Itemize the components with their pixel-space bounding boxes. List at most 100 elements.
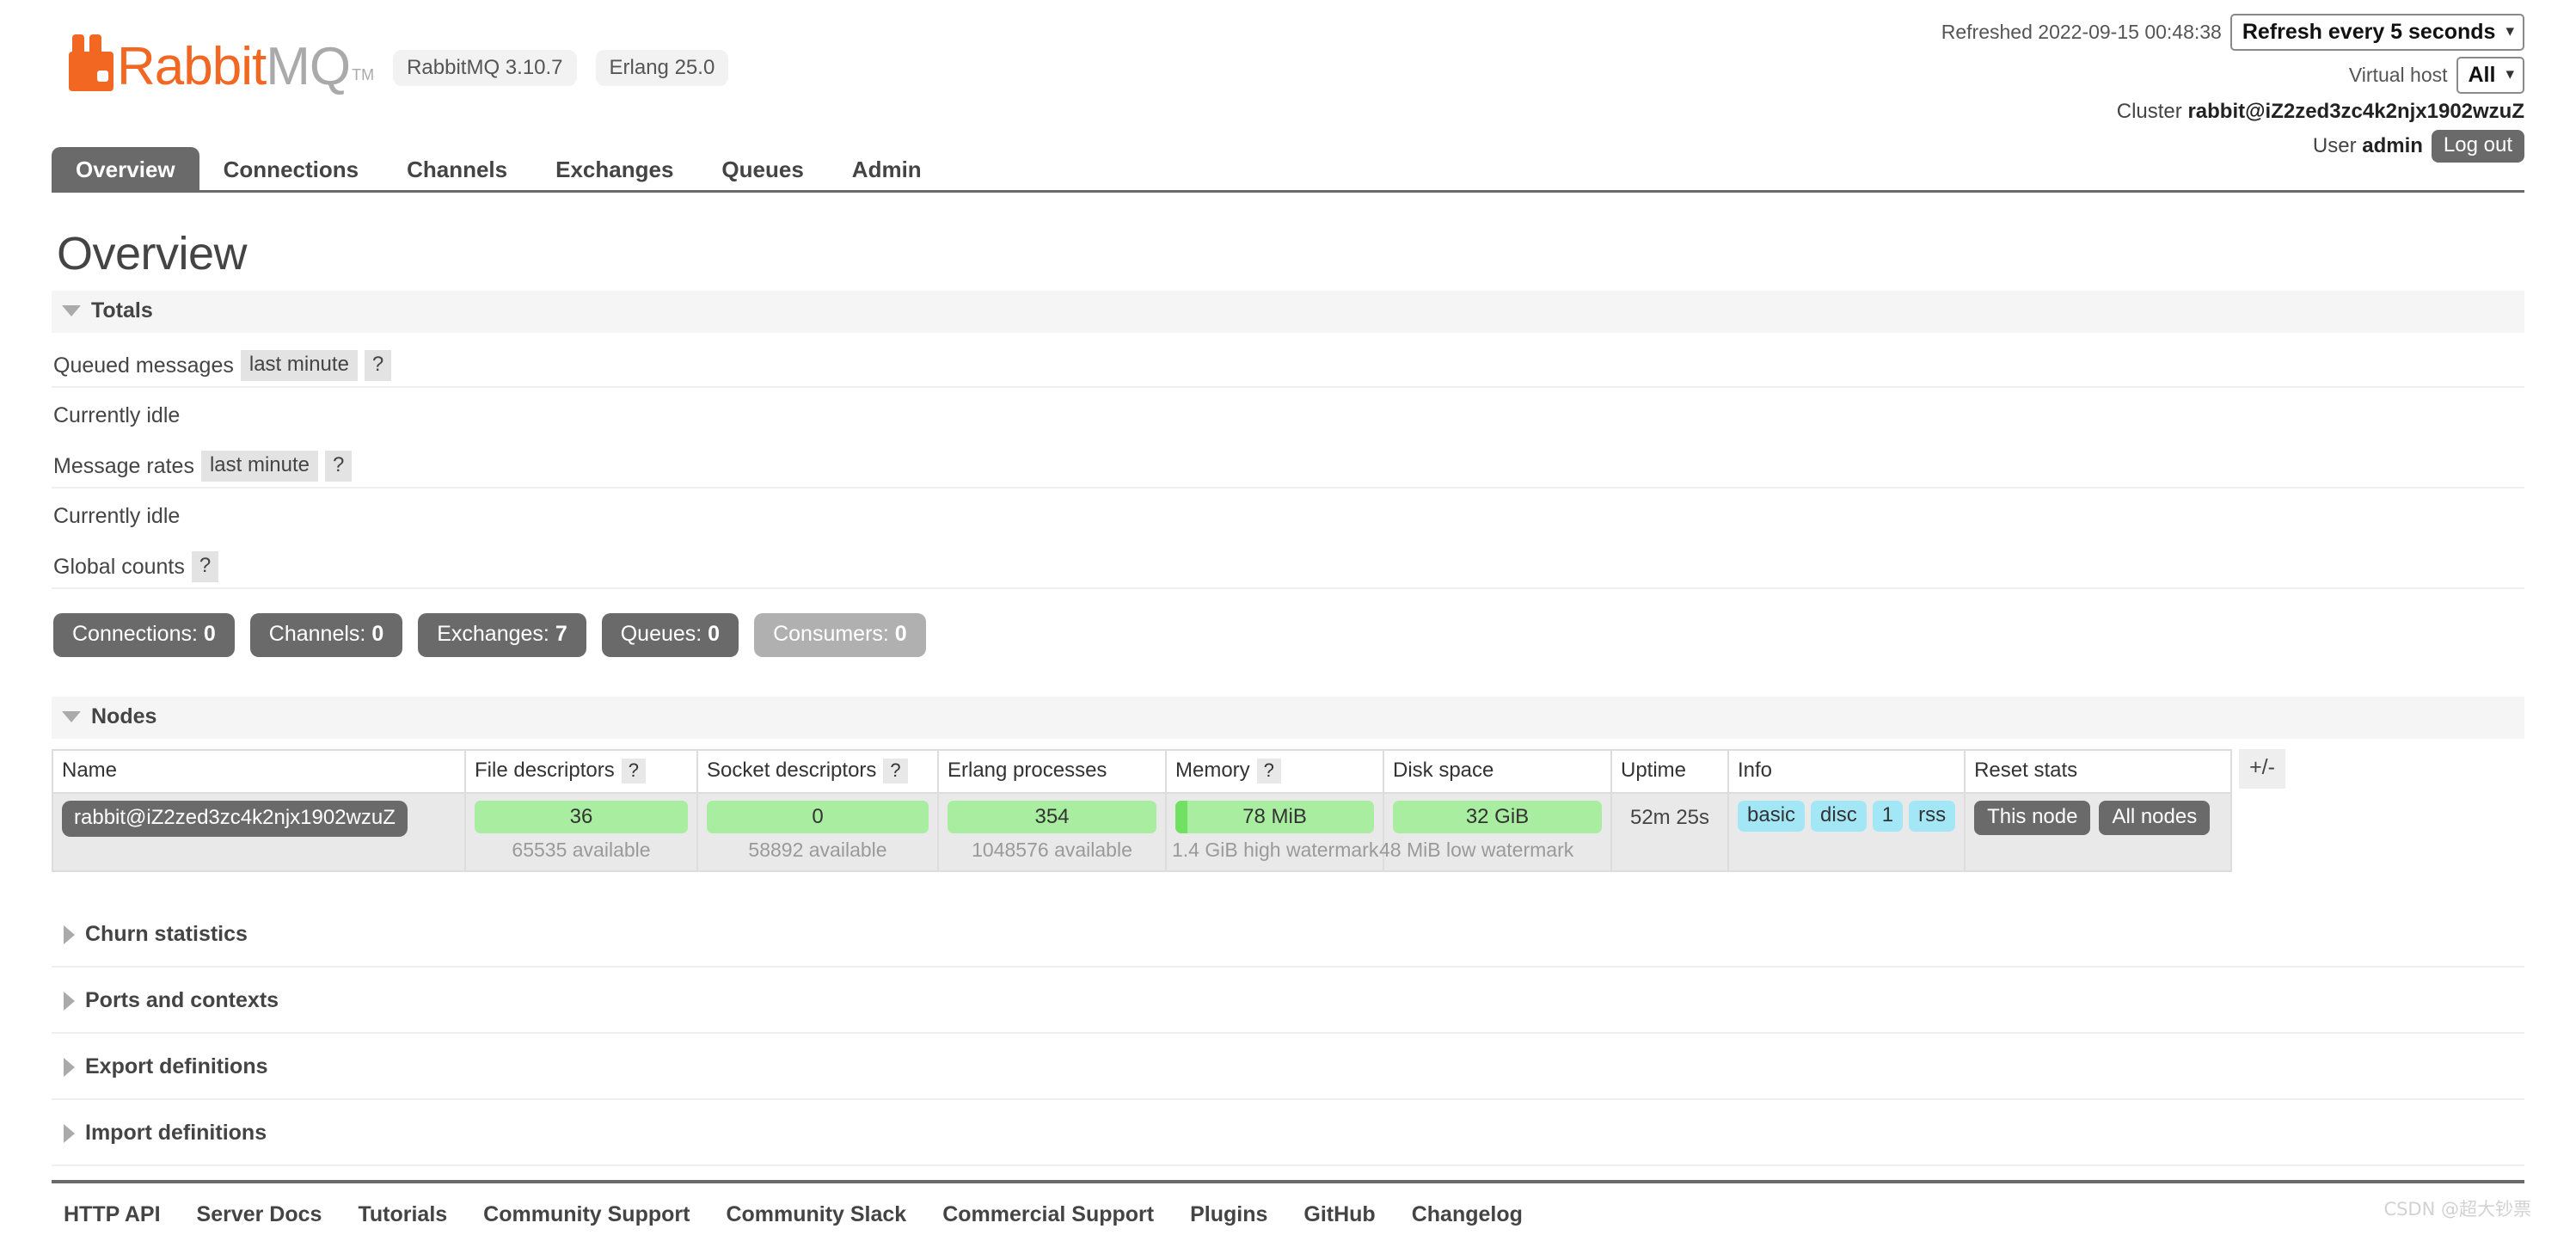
nodes-table-header-row: Name File descriptors? Socket descriptors?… [52,749,2233,794]
section-label: Export definitions [85,1054,268,1078]
info-tag-rss[interactable]: rss [1909,801,1956,832]
erlang-processes-gauge: 354 [948,801,1156,833]
node-name-link[interactable]: rabbit@iZ2zed3zc4k2njx1902wzuZ [62,801,408,837]
triangle-right-icon [64,991,75,1011]
global-counts-row: Global counts ? [52,536,2524,589]
disk-space-sub: 48 MiB low watermark [1379,839,1574,861]
footer-link-community-support[interactable]: Community Support [483,1202,690,1227]
section-label: Import definitions [85,1121,267,1145]
totals-section-header[interactable]: Totals [52,291,2524,333]
message-rates-status: Currently idle [53,504,181,528]
message-rates-help-icon[interactable]: ? [325,451,353,482]
info-tag-disc[interactable]: disc [1811,801,1867,832]
erlang-version-badge: Erlang 25.0 [595,50,729,86]
refresh-row: Refreshed 2022-09-15 00:48:38 Refresh ev… [1941,14,2524,51]
section-label: Churn statistics [85,922,248,946]
section-ports-and-contexts[interactable]: Ports and contexts [52,968,2524,1034]
global-count-label: Exchanges: [437,622,555,646]
column-header-info[interactable]: Info [1727,749,1966,794]
vhost-select[interactable]: All ▾ [2456,56,2524,94]
reset-stats-cell: This node All nodes [1964,792,2233,872]
brand-logo[interactable]: RabbitMQ TM RabbitMQ 3.10.7 Erlang 25.0 [69,34,729,93]
tab-exchanges[interactable]: Exchanges [531,147,697,190]
refresh-interval-value: Refresh every 5 seconds [2242,20,2496,44]
socket-descriptors-value: 0 [812,805,824,828]
section-churn-statistics[interactable]: Churn statistics [52,901,2524,968]
reset-this-node-button[interactable]: This node [1974,801,2091,835]
nodes-table-wrapper: Name File descriptors? Socket descriptors?… [52,749,2524,872]
info-tag-basic[interactable]: basic [1738,801,1806,832]
tab-connections[interactable]: Connections [199,147,383,190]
info-tag-list: basic disc 1 rss [1738,801,1956,832]
global-count-value: 0 [708,622,721,646]
global-counts-help-icon[interactable]: ? [191,551,219,582]
nodes-section-header[interactable]: Nodes [52,697,2524,739]
refreshed-timestamp: Refreshed 2022-09-15 00:48:38 [1941,20,2222,43]
footer-link-server-docs[interactable]: Server Docs [197,1202,322,1227]
message-rates-label: Message rates [53,453,194,478]
brand-word-rabbit: Rabbit [117,36,267,96]
footer-link-commercial-support[interactable]: Commercial Support [942,1202,1154,1227]
column-header-name[interactable]: Name [52,749,466,794]
section-export-definitions[interactable]: Export definitions [52,1034,2524,1100]
refresh-interval-select[interactable]: Refresh every 5 seconds ▾ [2229,14,2524,51]
global-count-value: 0 [894,622,907,646]
help-icon[interactable]: ? [621,759,646,783]
info-cell: basic disc 1 rss [1727,792,1966,872]
footer-links: HTTP API Server Docs Tutorials Community Su… [52,1180,2524,1227]
column-header-memory[interactable]: Memory? [1165,749,1384,794]
triangle-right-icon [64,1057,75,1077]
column-header-label: Disk space [1393,759,1494,782]
file-descriptors-cell: 36 65535 available [464,792,698,872]
column-header-reset-stats[interactable]: Reset stats [1964,749,2233,794]
global-count-exchanges[interactable]: Exchanges: 7 [418,613,586,657]
column-header-file-descriptors[interactable]: File descriptors? [464,749,698,794]
memory-cell: 78 MiB 1.4 GiB high watermark [1165,792,1384,872]
queued-messages-label: Queued messages [53,353,234,378]
collapsed-sections: Churn statistics Ports and contexts Export… [52,901,2524,1166]
section-import-definitions[interactable]: Import definitions [52,1100,2524,1166]
main-content: Overview Totals Queued messages last min… [0,227,2576,1166]
global-count-label: Queues: [620,622,708,646]
footer-link-changelog[interactable]: Changelog [1412,1202,1523,1227]
tab-channels[interactable]: Channels [383,147,531,190]
disk-space-cell: 32 GiB 48 MiB low watermark [1379,792,1612,872]
column-header-erlang-processes[interactable]: Erlang processes [937,749,1167,794]
page-header: RabbitMQ TM RabbitMQ 3.10.7 Erlang 25.0 … [0,0,2576,163]
rabbitmq-logo-icon [69,34,113,91]
queued-messages-help-icon[interactable]: ? [364,350,392,381]
nodes-section-label: Nodes [91,704,157,728]
tab-overview[interactable]: Overview [52,147,199,190]
rabbitmq-management-page: RabbitMQ TM RabbitMQ 3.10.7 Erlang 25.0 … [0,0,2576,1235]
global-count-connections[interactable]: Connections: 0 [53,613,235,657]
column-header-label: Memory [1175,759,1250,782]
chevron-down-icon: ▾ [2505,22,2514,41]
triangle-right-icon [64,925,75,944]
global-count-consumers[interactable]: Consumers: 0 [754,613,926,657]
global-count-queues[interactable]: Queues: 0 [601,613,739,657]
help-icon[interactable]: ? [883,759,908,783]
vhost-label: Virtual host [2348,63,2448,86]
column-header-uptime[interactable]: Uptime [1610,749,1729,794]
cluster-row: Cluster rabbit@iZ2zed3zc4k2njx1902wzuZ [1941,100,2524,124]
footer-link-http-api[interactable]: HTTP API [64,1202,161,1227]
help-icon[interactable]: ? [1256,759,1281,783]
footer-link-community-slack[interactable]: Community Slack [726,1202,906,1227]
tab-admin[interactable]: Admin [828,147,946,190]
global-count-label: Consumers: [773,622,895,646]
info-tag-1[interactable]: 1 [1872,801,1904,832]
footer-link-plugins[interactable]: Plugins [1190,1202,1267,1227]
column-header-disk-space[interactable]: Disk space [1383,749,1612,794]
footer-link-github[interactable]: GitHub [1303,1202,1375,1227]
toggle-columns-button[interactable]: +/- [2239,749,2285,789]
global-count-channels[interactable]: Channels: 0 [249,613,403,657]
footer-link-tutorials[interactable]: Tutorials [358,1202,447,1227]
rabbitmq-version-badge: RabbitMQ 3.10.7 [393,50,577,86]
file-descriptors-value: 36 [569,805,593,828]
queued-messages-period[interactable]: last minute [240,350,358,381]
global-count-label: Channels: [268,622,372,646]
column-header-socket-descriptors[interactable]: Socket descriptors? [696,749,939,794]
reset-all-nodes-button[interactable]: All nodes [2099,801,2211,835]
tab-queues[interactable]: Queues [697,147,827,190]
message-rates-period[interactable]: last minute [200,451,319,482]
